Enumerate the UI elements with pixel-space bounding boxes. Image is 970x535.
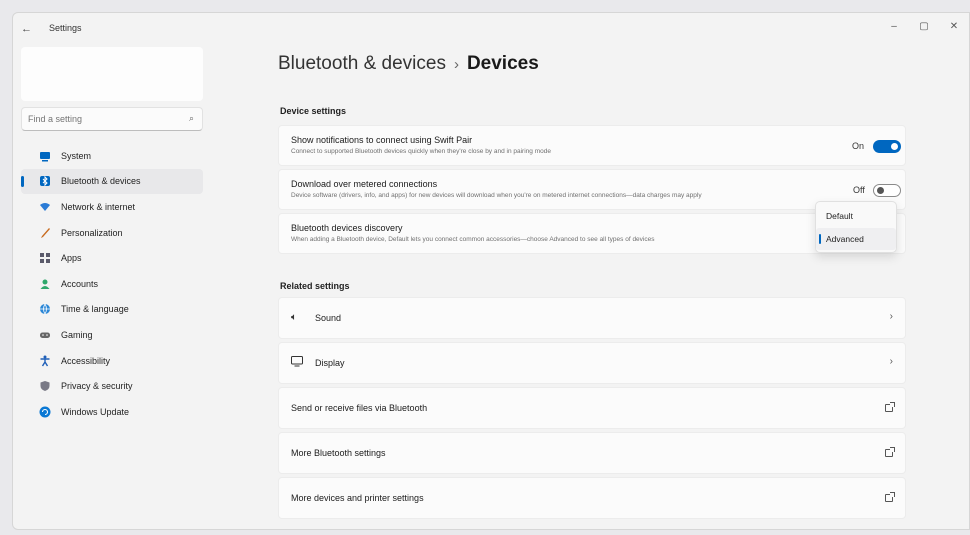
close-button[interactable]: ✕: [939, 17, 969, 37]
brush-icon: [39, 227, 51, 239]
sidebar-item-label: Accounts: [61, 278, 99, 289]
sidebar-item-label: System: [61, 150, 92, 161]
page-title: Devices: [466, 53, 539, 74]
chevron-right-icon: ›: [889, 311, 893, 322]
sidebar-item-windows-update[interactable]: Windows Update: [21, 399, 203, 425]
search-box[interactable]: ⌕: [21, 107, 203, 131]
breadcrumb-separator: ›: [453, 56, 459, 73]
breadcrumb: Bluetooth & devices › Devices: [278, 53, 539, 75]
sidebar-item-label: Time & language: [61, 304, 129, 315]
sidebar-item-label: Personalization: [61, 227, 123, 238]
section-heading-related-settings: Related settings: [280, 281, 350, 291]
sidebar-item-privacy-security[interactable]: Privacy & security: [21, 373, 203, 399]
sidebar-item-label: Network & internet: [61, 201, 136, 212]
external-link-icon: [885, 447, 895, 457]
minimize-button[interactable]: –: [879, 17, 909, 37]
sidebar-item-system[interactable]: System: [21, 143, 203, 169]
related-item-label: Sound: [315, 313, 342, 323]
monitor-icon: [291, 356, 303, 370]
person-icon: [39, 278, 51, 290]
related-item-label: Display: [315, 358, 345, 368]
sidebar-item-accounts[interactable]: Accounts: [21, 271, 203, 297]
setting-bluetooth-discovery: Bluetooth devices discovery When adding …: [278, 213, 906, 254]
update-icon: [39, 406, 51, 418]
related-item-label: More devices and printer settings: [291, 493, 424, 503]
external-link-icon: [885, 402, 895, 412]
sidebar-item-label: Privacy & security: [61, 381, 133, 392]
title-bar: ← Settings – ▢ ✕: [13, 13, 969, 43]
sidebar-item-time-language[interactable]: Time & language: [21, 297, 203, 323]
gamepad-icon: [39, 329, 51, 341]
section-heading-device-settings: Device settings: [280, 106, 347, 116]
related-item-sound[interactable]: 🔈︎ Sound ›: [278, 297, 906, 339]
related-item-label: More Bluetooth settings: [291, 448, 386, 458]
sidebar-item-accessibility[interactable]: Accessibility: [21, 348, 203, 374]
speaker-icon: 🔈︎: [291, 312, 297, 323]
sidebar-item-label: Apps: [61, 253, 82, 264]
accessibility-icon: [39, 355, 51, 367]
window-controls: – ▢ ✕: [879, 17, 969, 37]
settings-window: ← Settings – ▢ ✕ ⌕ System Bluetooth & de…: [12, 12, 970, 530]
related-item-devices-printers[interactable]: More devices and printer settings: [278, 477, 906, 519]
shield-icon: [39, 380, 51, 392]
user-profile-card[interactable]: [21, 47, 203, 101]
back-arrow-icon[interactable]: ←: [21, 22, 37, 36]
network-icon: [39, 201, 51, 213]
dropdown-option-advanced[interactable]: Advanced: [816, 228, 896, 250]
related-item-label: Send or receive files via Bluetooth: [291, 403, 428, 413]
setting-swift-pair: Show notifications to connect using Swif…: [278, 125, 906, 166]
bluetooth-icon: [39, 175, 51, 187]
chevron-right-icon: ›: [889, 356, 893, 367]
related-item-more-bluetooth[interactable]: More Bluetooth settings: [278, 432, 906, 474]
sidebar-item-network[interactable]: Network & internet: [21, 194, 203, 220]
setting-title: Bluetooth devices discovery: [291, 223, 403, 233]
setting-title: Download over metered connections: [291, 179, 438, 189]
setting-title: Show notifications to connect using Swif…: [291, 135, 473, 145]
app-title: Settings: [49, 23, 82, 33]
sidebar-item-bluetooth-devices[interactable]: Bluetooth & devices: [21, 168, 203, 195]
dropdown-option-default[interactable]: Default: [816, 205, 896, 227]
related-item-display[interactable]: Display ›: [278, 342, 906, 384]
apps-icon: [39, 252, 51, 264]
globe-icon: [39, 303, 51, 316]
setting-description: Connect to supported Bluetooth devices q…: [291, 148, 551, 155]
restore-button[interactable]: ▢: [909, 17, 939, 37]
setting-description: Device software (drivers, info, and apps…: [291, 192, 702, 199]
sidebar-item-apps[interactable]: Apps: [21, 245, 203, 271]
sidebar-nav: System Bluetooth & devices Network & int…: [21, 143, 203, 425]
sidebar-item-label: Windows Update: [61, 406, 130, 417]
setting-metered-download: Download over metered connections Device…: [278, 169, 906, 210]
external-link-icon: [885, 492, 895, 502]
related-item-bluetooth-files[interactable]: Send or receive files via Bluetooth: [278, 387, 906, 429]
toggle-state-label: Off: [853, 185, 865, 195]
setting-description: When adding a Bluetooth device, Default …: [291, 236, 655, 243]
search-input[interactable]: [28, 111, 178, 127]
breadcrumb-parent[interactable]: Bluetooth & devices: [278, 53, 446, 74]
metered-download-toggle[interactable]: [873, 184, 901, 197]
sidebar-item-label: Bluetooth & devices: [61, 176, 141, 187]
sidebar-item-personalization[interactable]: Personalization: [21, 220, 203, 246]
system-icon: [39, 150, 51, 162]
search-icon[interactable]: ⌕: [189, 113, 194, 124]
sidebar-item-label: Accessibility: [61, 355, 111, 366]
discovery-mode-dropdown[interactable]: Default Advanced: [815, 201, 897, 253]
sidebar-item-gaming[interactable]: Gaming: [21, 322, 203, 348]
swift-pair-toggle[interactable]: [873, 140, 901, 153]
sidebar-item-label: Gaming: [61, 329, 93, 340]
toggle-state-label: On: [852, 141, 865, 151]
